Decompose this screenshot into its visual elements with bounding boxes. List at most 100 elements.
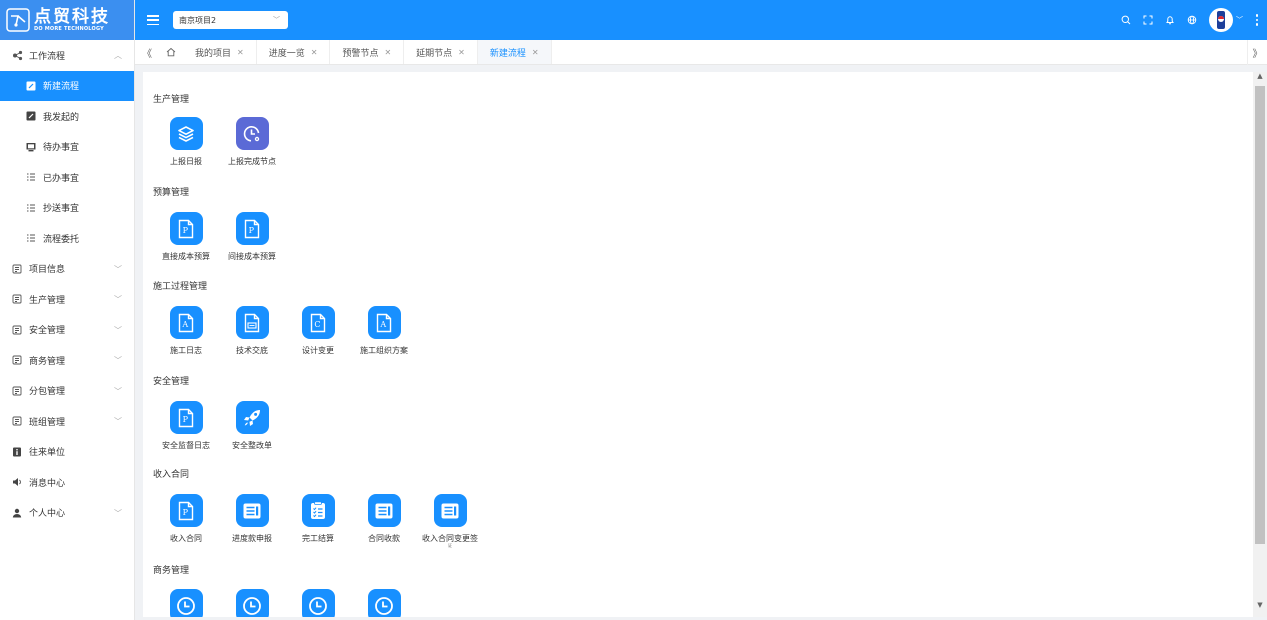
- sidebar-item[interactable]: 流程委托: [0, 223, 134, 254]
- app-grid: A 施工日志 技术交底 C 设计变更 A 施工组织方案: [153, 306, 417, 356]
- avatar-chevron-icon[interactable]: ﹀: [1236, 15, 1243, 25]
- workflow-app[interactable]: [351, 589, 417, 617]
- bell-icon[interactable]: [1159, 0, 1181, 40]
- clock-icon[interactable]: [301, 589, 335, 617]
- workflow-app[interactable]: 上报日报: [153, 117, 219, 167]
- tab[interactable]: 延期节点 ✕: [404, 40, 478, 64]
- scroll-down-icon[interactable]: ▼: [1253, 601, 1267, 613]
- list-card-icon[interactable]: [235, 494, 269, 527]
- sidebar-item-label: 生产管理: [29, 295, 66, 306]
- layers-icon[interactable]: [169, 117, 203, 150]
- app-label-text: 直接成本预算: [162, 252, 210, 261]
- sidebar-item[interactable]: 工作流程 ︿: [0, 40, 134, 71]
- workflow-app[interactable]: A 施工日志: [153, 306, 219, 356]
- workflow-app[interactable]: P 收入合同: [153, 494, 219, 548]
- tab-scroll-right-icon[interactable]: 》: [1247, 40, 1267, 65]
- search-icon[interactable]: [1115, 0, 1137, 40]
- app-grid: 上报日报 上报完成节点: [153, 117, 285, 167]
- app-label-text: 安全整改单: [232, 441, 272, 450]
- chevron-down-icon: ﹀: [114, 295, 122, 304]
- sidebar-item[interactable]: 已办事宜: [0, 162, 134, 193]
- doc-p-icon[interactable]: P: [169, 401, 203, 434]
- workflow-app[interactable]: P 直接成本预算: [153, 212, 219, 262]
- new-workflow-panel: 生产管理 上报日报 上报完成节点 预算管理 P 直接成本预算 P 间接成本预算 施工过程管理 A 施…: [143, 72, 1267, 617]
- clock-icon[interactable]: [235, 589, 269, 617]
- close-icon[interactable]: ✕: [458, 48, 465, 57]
- info-icon: [11, 446, 23, 458]
- workflow-app[interactable]: C 设计变更: [285, 306, 351, 356]
- sidebar-item[interactable]: 消息中心: [0, 467, 134, 498]
- tab[interactable]: 新建流程 ✕: [477, 40, 552, 64]
- sidebar-item[interactable]: 安全管理 ﹀: [0, 315, 134, 346]
- scrollbar-thumb[interactable]: [1255, 86, 1265, 544]
- sidebar-item[interactable]: 商务管理 ﹀: [0, 345, 134, 376]
- clock-gear-icon[interactable]: [235, 117, 269, 150]
- tab-label: 我的项目: [195, 48, 232, 59]
- sidebar-item[interactable]: 分包管理 ﹀: [0, 376, 134, 407]
- app-label: 完工结算: [302, 534, 334, 544]
- app-label: 施工日志: [170, 346, 202, 356]
- doc-p-icon[interactable]: P: [169, 494, 203, 527]
- workflow-app[interactable]: 安全整改单: [219, 401, 285, 451]
- app-label-text: 上报日报: [170, 157, 202, 166]
- close-icon[interactable]: ✕: [532, 48, 539, 57]
- tab[interactable]: 我的项目 ✕: [183, 40, 257, 64]
- scroll-up-icon[interactable]: ▲: [1253, 72, 1267, 84]
- doc-a-icon[interactable]: A: [169, 306, 203, 339]
- app-grid: P 安全监督日志 安全整改单: [153, 401, 285, 451]
- sidebar-item[interactable]: 个人中心 ﹀: [0, 498, 134, 529]
- rocket-icon[interactable]: [235, 401, 269, 434]
- fullscreen-icon[interactable]: [1137, 0, 1159, 40]
- tab[interactable]: 进度一览 ✕: [257, 40, 331, 64]
- workflow-app[interactable]: [285, 589, 351, 617]
- sidebar-item[interactable]: 我发起的: [0, 101, 134, 132]
- doc-c-icon[interactable]: C: [301, 306, 335, 339]
- sidebar-item[interactable]: 待办事宜: [0, 132, 134, 163]
- close-icon[interactable]: ✕: [384, 48, 391, 57]
- form-icon: [11, 385, 23, 397]
- logo[interactable]: 点贸科技 DO MORE TECHNOLOGY: [0, 0, 134, 40]
- workflow-app[interactable]: [219, 589, 285, 617]
- workflow-app[interactable]: 进度款申报: [219, 494, 285, 548]
- sidebar-item[interactable]: 往来单位: [0, 437, 134, 468]
- sidebar-item[interactable]: 抄送事宜: [0, 193, 134, 224]
- workflow-app[interactable]: [153, 589, 219, 617]
- workflow-app[interactable]: 上报完成节点: [219, 117, 285, 167]
- workflow-app[interactable]: A 施工组织方案: [351, 306, 417, 356]
- doc-a-icon[interactable]: A: [367, 306, 401, 339]
- close-icon[interactable]: ✕: [311, 48, 318, 57]
- tab[interactable]: 预警节点 ✕: [330, 40, 405, 64]
- workflow-app[interactable]: 完工结算: [285, 494, 351, 548]
- sidebar-item[interactable]: 新建流程: [0, 70, 134, 101]
- menu-toggle-icon[interactable]: [147, 15, 159, 25]
- app-label: 合同收款: [368, 534, 400, 544]
- clock-icon[interactable]: [367, 589, 401, 617]
- workflow-app[interactable]: 收入合同变更签证: [417, 494, 483, 548]
- doc-screen-icon[interactable]: [235, 306, 269, 339]
- list-card-icon[interactable]: [367, 494, 401, 527]
- tab-scroll-left-icon[interactable]: 《: [135, 40, 159, 64]
- close-icon[interactable]: ✕: [237, 48, 244, 57]
- workflow-app[interactable]: P 安全监督日志: [153, 401, 219, 451]
- checklist-icon[interactable]: [301, 494, 335, 527]
- workflow-app[interactable]: 技术交底: [219, 306, 285, 356]
- sidebar-item[interactable]: 生产管理 ﹀: [0, 284, 134, 315]
- home-icon[interactable]: [159, 40, 183, 64]
- sidebar-item[interactable]: 班组管理 ﹀: [0, 406, 134, 437]
- workflow-app[interactable]: P 间接成本预算: [219, 212, 285, 262]
- list-card-icon[interactable]: [433, 494, 467, 527]
- sidebar-item[interactable]: 项目信息 ﹀: [0, 254, 134, 285]
- clock-icon[interactable]: [169, 589, 203, 617]
- header-actions: ﹀: [1115, 0, 1267, 40]
- workflow-app[interactable]: 合同收款: [351, 494, 417, 548]
- doc-p-icon[interactable]: P: [235, 212, 269, 245]
- scrollbar[interactable]: ▲ ▼: [1253, 72, 1267, 617]
- globe-icon[interactable]: [1181, 0, 1203, 40]
- app-label: 施工组织方案: [360, 346, 408, 356]
- doc-p-icon[interactable]: P: [169, 212, 203, 245]
- app-label-overflow: 证: [448, 542, 452, 548]
- section-title: 商务管理: [153, 566, 190, 576]
- project-select[interactable]: 南京项目2 ﹀: [173, 11, 288, 29]
- more-vertical-icon[interactable]: [1251, 14, 1263, 26]
- avatar[interactable]: [1209, 8, 1233, 32]
